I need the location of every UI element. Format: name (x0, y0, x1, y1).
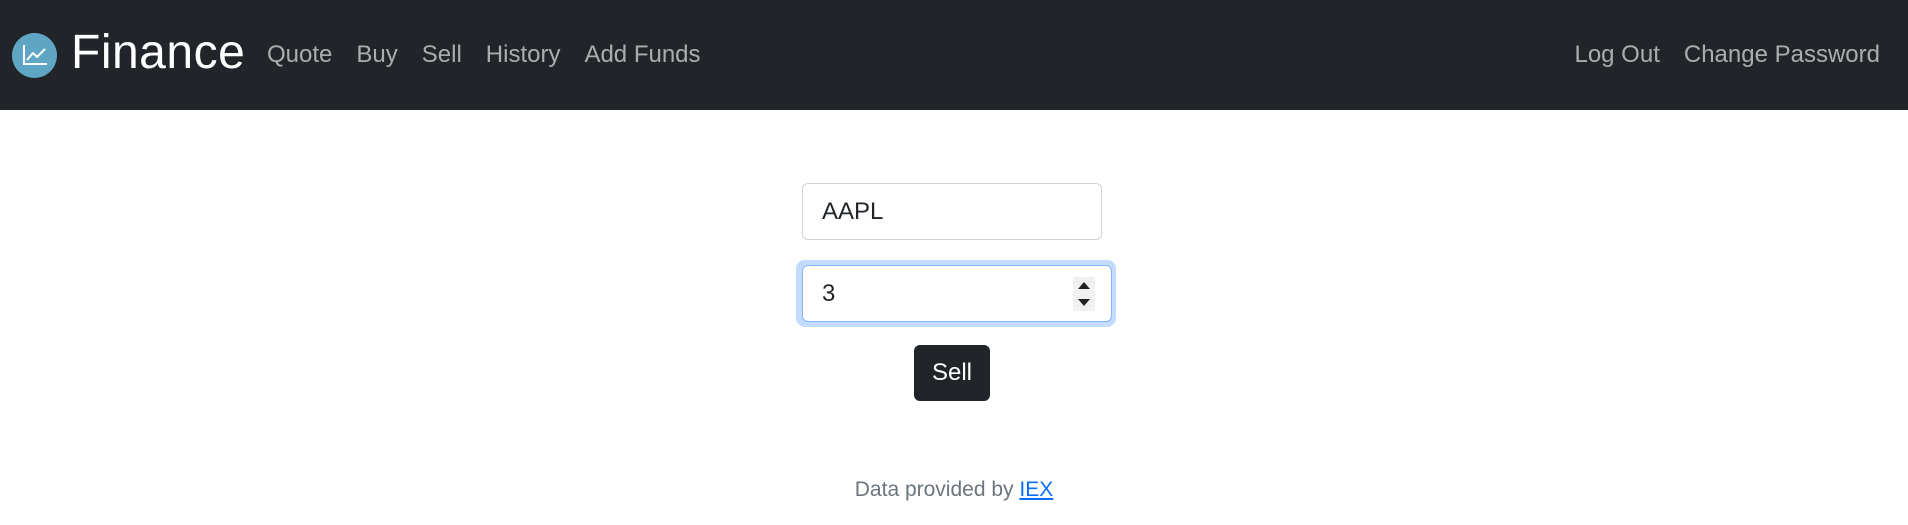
nav-add-funds-link[interactable]: Add Funds (584, 41, 700, 69)
shares-input[interactable]: 3 (802, 265, 1112, 322)
symbol-input[interactable]: AAPL (802, 183, 1102, 240)
chart-line-icon (12, 32, 57, 78)
increment-arrow-icon[interactable] (1078, 282, 1090, 289)
nav-sell-link[interactable]: Sell (422, 41, 462, 69)
nav-left-links: Quote Buy Sell History Add Funds (267, 0, 725, 110)
shares-stepper[interactable] (1073, 277, 1095, 311)
nav-buy-link[interactable]: Buy (356, 41, 397, 69)
nav-right-links: Log Out Change Password (1574, 0, 1880, 110)
iex-link[interactable]: IEX (1019, 478, 1053, 501)
nav-quote-link[interactable]: Quote (267, 41, 332, 69)
nav-log-out-link[interactable]: Log Out (1574, 41, 1659, 69)
brand-link[interactable]: Finance (12, 0, 245, 110)
footer-text: Data provided by (854, 478, 1014, 501)
footer: Data provided by IEX (0, 474, 1908, 506)
symbol-input-value: AAPL (822, 197, 884, 225)
nav-change-password-link[interactable]: Change Password (1684, 41, 1880, 69)
nav-history-link[interactable]: History (486, 41, 561, 69)
decrement-arrow-icon[interactable] (1078, 299, 1090, 306)
shares-input-value: 3 (822, 279, 836, 307)
top-navbar: Finance Quote Buy Sell History Add Funds… (0, 0, 1908, 110)
brand-title: Finance (71, 26, 246, 79)
sell-button[interactable]: Sell (914, 345, 990, 401)
